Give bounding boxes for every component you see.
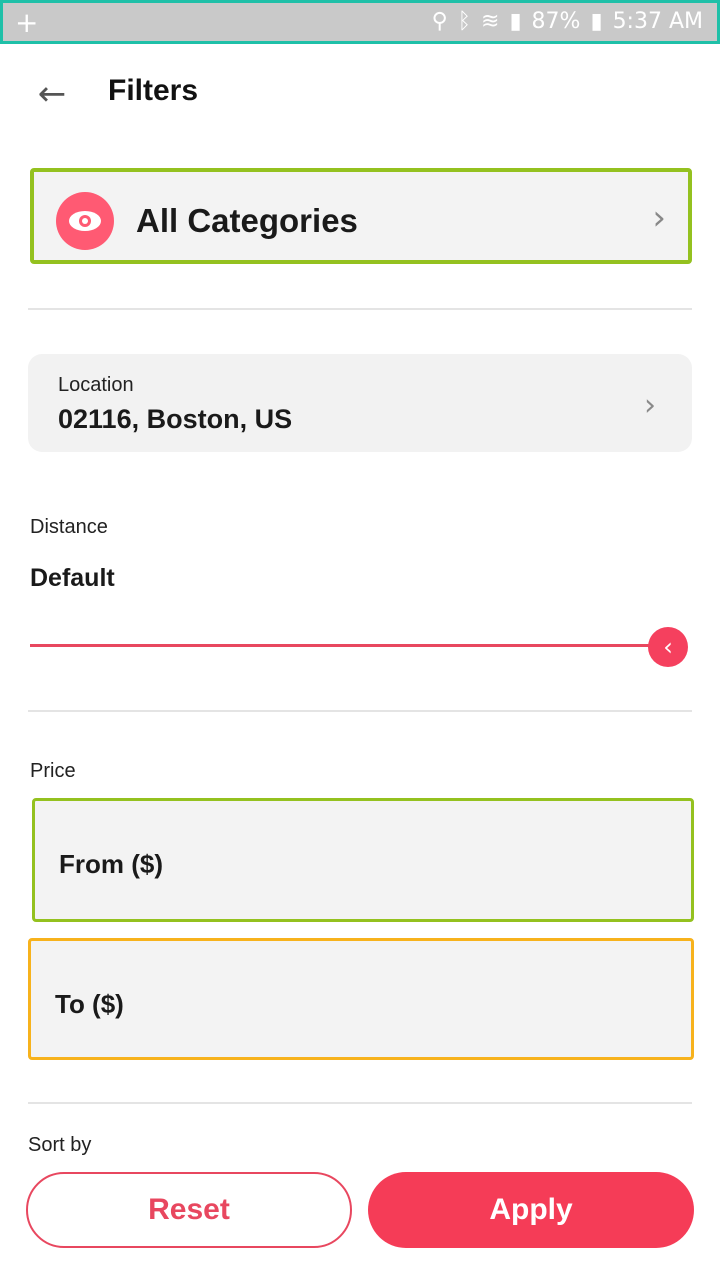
chevron-right-icon: ›	[652, 198, 666, 238]
battery-percent: 87%	[531, 9, 581, 34]
back-arrow-icon[interactable]: ←	[34, 74, 70, 114]
location-icon: ⚲	[431, 9, 448, 34]
category-label: All Categories	[136, 202, 358, 239]
price-to-label: To ($)	[55, 989, 124, 1019]
price-label: Price	[30, 760, 76, 782]
divider	[28, 1102, 692, 1104]
distance-slider-track[interactable]	[30, 644, 662, 647]
reset-button[interactable]: Reset	[26, 1172, 352, 1248]
divider	[28, 710, 692, 712]
eye-icon	[56, 192, 114, 250]
clock: 5:37 AM	[612, 9, 703, 34]
category-selector[interactable]: All Categories ›	[30, 168, 692, 264]
page-title: Filters	[108, 74, 199, 107]
divider	[28, 308, 692, 310]
status-bar: + ⚲ ᛒ ≋ ▮ 87% ▮ 5:37 AM	[0, 0, 720, 44]
bluetooth-icon: ᛒ	[457, 9, 471, 34]
location-selector[interactable]: Location 02116, Boston, US ›	[28, 354, 692, 452]
sort-label: Sort by	[28, 1134, 92, 1156]
price-to-field[interactable]: To ($)	[28, 938, 694, 1060]
chevron-right-icon: ›	[644, 388, 656, 423]
apply-button[interactable]: Apply	[368, 1172, 694, 1248]
battery-icon: ▮	[590, 9, 603, 34]
add-icon: +	[15, 6, 39, 39]
signal-icon: ▮	[509, 9, 522, 34]
wifi-icon: ≋	[481, 9, 500, 34]
status-icons: ⚲ ᛒ ≋ ▮ 87% ▮ 5:37 AM	[432, 9, 703, 34]
distance-value: Default	[30, 564, 115, 592]
price-from-field[interactable]: From ($)	[32, 798, 694, 922]
location-label: Location	[58, 374, 134, 396]
location-value: 02116, Boston, US	[58, 404, 293, 434]
slider-thumb-icon[interactable]: ‹	[648, 627, 688, 667]
price-from-label: From ($)	[59, 849, 163, 879]
distance-label: Distance	[30, 516, 108, 538]
